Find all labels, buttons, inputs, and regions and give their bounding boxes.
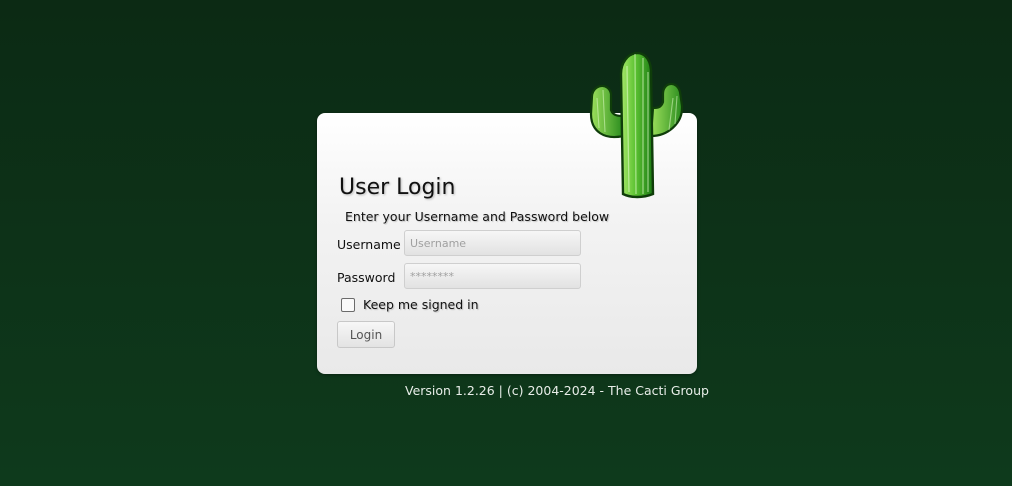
login-instructions: Enter your Username and Password below	[345, 209, 610, 224]
login-button[interactable]: Login	[337, 321, 395, 348]
password-input[interactable]	[404, 263, 581, 289]
cactus-logo-icon	[589, 51, 684, 199]
remember-me-row[interactable]: Keep me signed in	[341, 296, 479, 312]
username-label: Username	[337, 237, 401, 252]
password-label: Password	[337, 270, 396, 285]
version-footer: Version 1.2.26 | (c) 2004-2024 - The Cac…	[405, 383, 709, 398]
remember-me-checkbox[interactable]	[341, 298, 355, 312]
username-input[interactable]	[404, 230, 581, 256]
remember-me-label[interactable]: Keep me signed in	[363, 297, 479, 312]
page-title: User Login	[339, 175, 456, 200]
